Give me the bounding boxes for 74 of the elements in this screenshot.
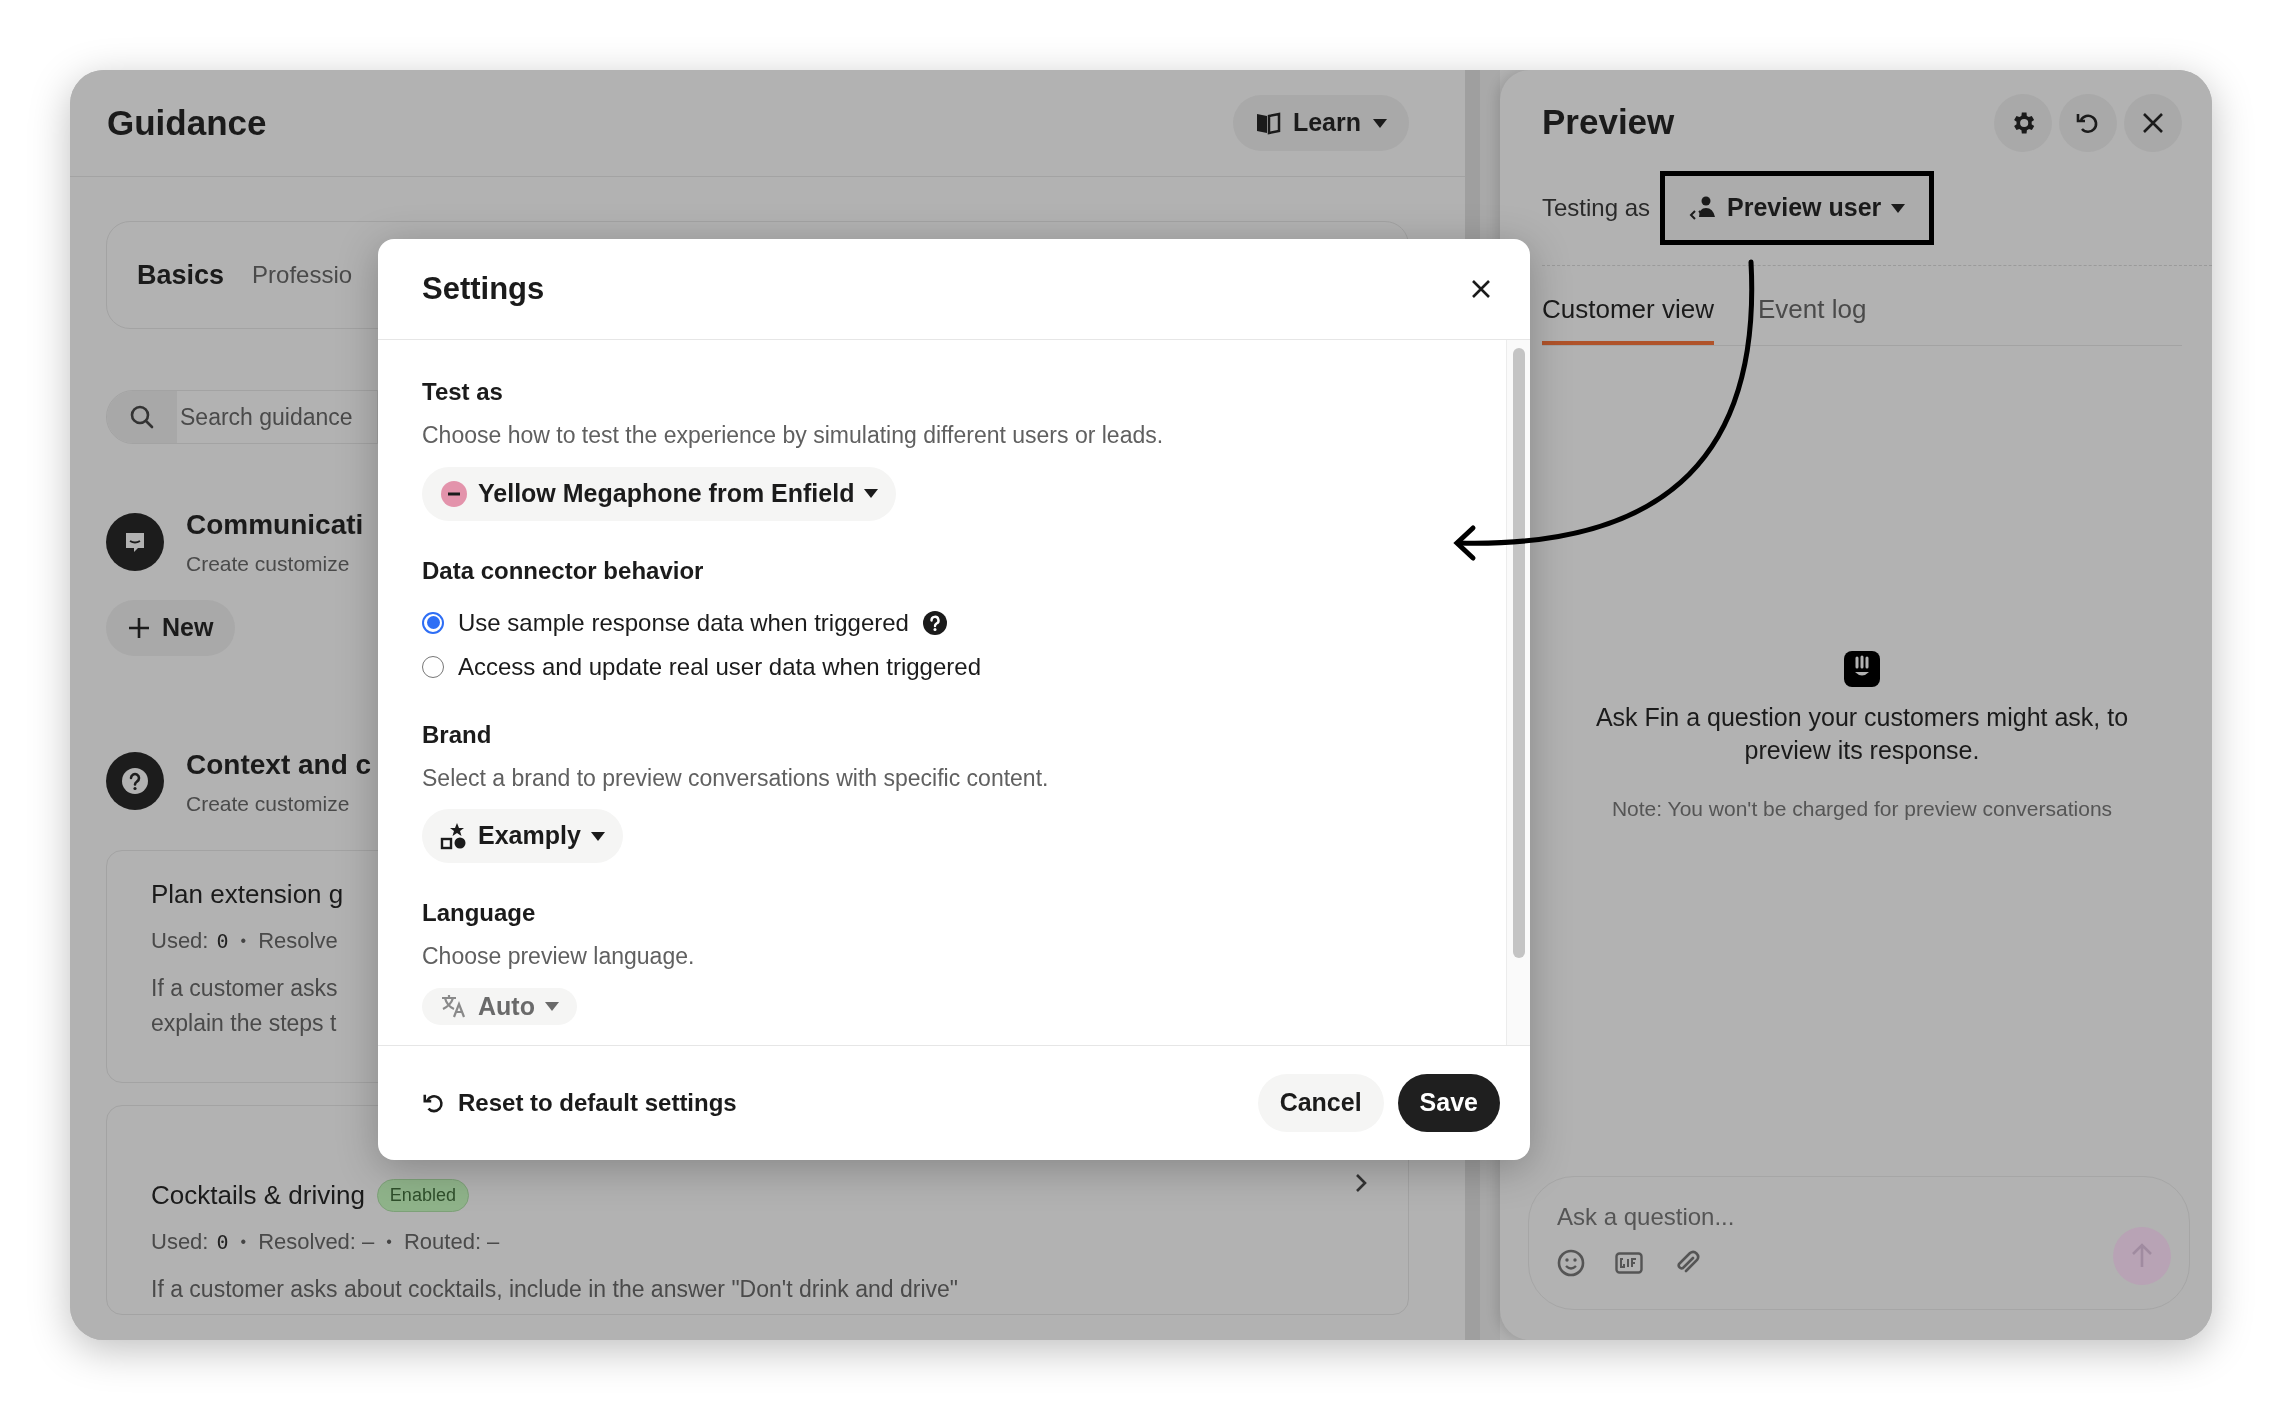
question-icon bbox=[106, 752, 164, 811]
gif-icon bbox=[1615, 1252, 1643, 1274]
help-icon[interactable] bbox=[922, 610, 947, 635]
section-subtitle: Create customize bbox=[186, 790, 351, 817]
status-badge: Enabled bbox=[376, 1179, 469, 1212]
chat-icon bbox=[106, 512, 164, 571]
translate-icon bbox=[440, 993, 468, 1020]
card-title: Cocktails & driving bbox=[151, 1179, 365, 1212]
section-description: Choose how to test the experience by simulating different users or leads. bbox=[422, 421, 1165, 450]
section-heading: Brand bbox=[422, 719, 493, 750]
search-field[interactable]: Search guidance bbox=[106, 390, 378, 444]
plus-icon bbox=[128, 616, 150, 639]
section-description: Select a brand to preview conversations with specific content. bbox=[422, 763, 1050, 793]
card-title: Plan extension g bbox=[151, 878, 344, 911]
radio-button[interactable] bbox=[422, 611, 444, 634]
select-dropdown[interactable]: Examply bbox=[422, 809, 623, 863]
tab[interactable]: Basics bbox=[137, 254, 225, 296]
empty-state-text: Ask Fin a question your customers might ask, to preview its response. bbox=[1594, 702, 2130, 766]
note-text: Note: You won't be charged for preview conversations bbox=[1611, 796, 2113, 822]
panel-title: Guidance bbox=[107, 101, 267, 144]
chevron-icon bbox=[1354, 1172, 1368, 1194]
minus-circle-icon bbox=[440, 479, 468, 508]
tab[interactable]: Professio bbox=[252, 257, 353, 293]
panel-title: Preview bbox=[1542, 101, 1675, 144]
stat-value: 0 bbox=[216, 927, 229, 955]
search-input[interactable]: Search guidance bbox=[177, 399, 377, 435]
radio-label: Access and update real user data when triggered bbox=[458, 651, 981, 682]
dialog-title: Settings bbox=[422, 269, 545, 308]
book-icon bbox=[1254, 111, 1281, 135]
stat-label: Routed: – bbox=[403, 1228, 500, 1256]
caret-icon bbox=[1891, 203, 1906, 213]
message-input[interactable]: Ask a question... bbox=[1557, 1199, 2171, 1235]
preview-user-button[interactable]: Preview user bbox=[1660, 171, 1935, 245]
new-button[interactable]: New bbox=[106, 599, 236, 656]
radio-label: Use sample response data when triggered bbox=[458, 607, 909, 638]
caret-icon bbox=[544, 1001, 559, 1011]
shapes-icon bbox=[440, 822, 468, 850]
select-dropdown[interactable]: Auto bbox=[422, 987, 577, 1025]
stat-label: Used: bbox=[151, 1228, 209, 1256]
caret-icon bbox=[864, 489, 879, 498]
section-title: Communicati bbox=[186, 508, 364, 542]
stat-label: Used: bbox=[151, 927, 209, 955]
arrow-up-icon bbox=[2131, 1243, 2153, 1269]
select-dropdown[interactable]: Yellow Megaphone from Enfield bbox=[422, 466, 897, 521]
section-description: Choose preview language. bbox=[422, 942, 696, 971]
composer[interactable]: Ask a question... bbox=[1528, 1176, 2190, 1310]
section-heading: Data connector behavior bbox=[422, 555, 705, 586]
card-text: If a customer asks about cocktails, include in the answer "Don't drink and drive" bbox=[151, 1275, 958, 1304]
search-icon bbox=[129, 404, 155, 430]
tab[interactable]: Customer view bbox=[1542, 290, 1714, 345]
close-icon bbox=[1471, 279, 1491, 299]
card-text: If a customer asks explain the steps t bbox=[151, 974, 338, 1038]
caret-icon bbox=[1373, 118, 1387, 128]
stat-label: Resolved: – bbox=[258, 1228, 375, 1256]
testing-label: Testing as bbox=[1542, 193, 1651, 223]
learn-button[interactable]: Learn bbox=[1232, 95, 1409, 151]
section-heading: Test as bbox=[422, 377, 504, 407]
emoji-icon bbox=[1557, 1249, 1585, 1277]
close-icon bbox=[2142, 111, 2164, 134]
caret-icon bbox=[590, 831, 605, 841]
stat-label: Resolve bbox=[258, 927, 338, 955]
cancel-button[interactable]: Cancel bbox=[1257, 1074, 1384, 1132]
stat-value: 0 bbox=[216, 1228, 229, 1256]
section-subtitle: Create customize bbox=[186, 551, 351, 577]
section-title: Context and c bbox=[186, 747, 372, 782]
smiley-logo-icon bbox=[1844, 651, 1880, 687]
tab[interactable]: Event log bbox=[1757, 290, 1867, 345]
section-heading: Language bbox=[422, 898, 537, 928]
save-button[interactable]: Save bbox=[1397, 1074, 1500, 1132]
scrollbar-thumb[interactable] bbox=[1512, 348, 1525, 958]
separator-dot: • bbox=[385, 1231, 393, 1252]
separator-dot: • bbox=[239, 930, 248, 951]
person-code-icon bbox=[1689, 195, 1718, 221]
separator-dot: • bbox=[239, 1231, 248, 1252]
